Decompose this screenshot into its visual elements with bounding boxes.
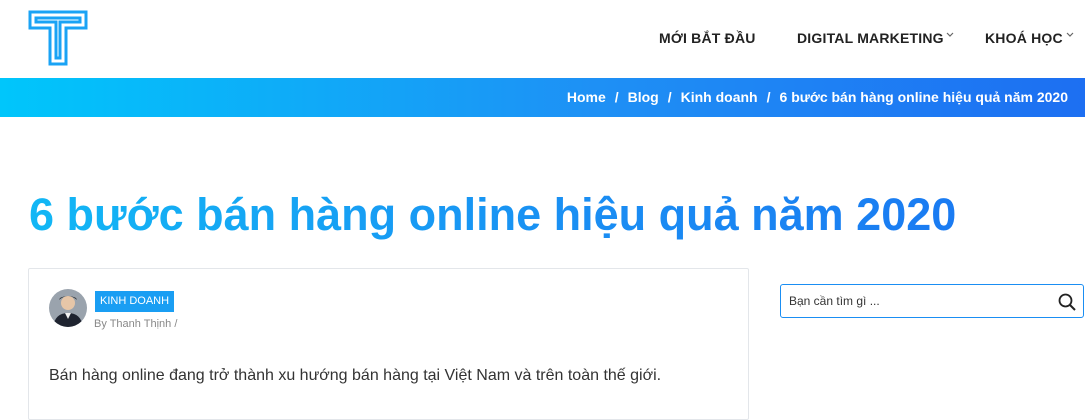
site-logo-icon[interactable]: [28, 10, 88, 66]
breadcrumb-separator: /: [667, 89, 672, 105]
breadcrumb: Home / Blog / Kinh doanh / 6 bước bán hàng onl…: [567, 89, 1068, 105]
nav-item-label: KHOÁ HỌC: [985, 30, 1063, 46]
nav-item-digital-marketing[interactable]: DIGITAL MARKETING: [797, 30, 954, 50]
search-input[interactable]: [789, 291, 1039, 311]
breadcrumb-separator: /: [766, 89, 771, 105]
chevron-down-icon: [946, 32, 954, 37]
breadcrumb-separator: /: [614, 89, 619, 105]
page-title: 6 bước bán hàng online hiệu quả năm 2020: [29, 186, 956, 244]
search-icon[interactable]: [1057, 292, 1077, 312]
author-avatar[interactable]: [49, 289, 87, 327]
site-header: MỚI BẮT ĐẦU DIGITAL MARKETING KHOÁ HỌC: [0, 0, 1085, 78]
article-lead-paragraph: Bán hàng online đang trở thành xu hướng …: [49, 367, 662, 384]
nav-item-label: MỚI BẮT ĐẦU: [659, 30, 756, 46]
breadcrumb-bar: Home / Blog / Kinh doanh / 6 bước bán hàng onl…: [0, 78, 1085, 117]
chevron-down-icon: [1066, 32, 1074, 37]
breadcrumb-category-link[interactable]: Kinh doanh: [681, 89, 758, 105]
article-card: KINH DOANH By Thanh Thịnh / Bán hàng onl…: [28, 268, 749, 420]
search-box: [780, 284, 1084, 318]
nav-item-moi-bat-dau[interactable]: MỚI BẮT ĐẦU: [659, 30, 756, 50]
nav-item-label: DIGITAL MARKETING: [797, 30, 944, 46]
breadcrumb-current: 6 bước bán hàng online hiệu quả năm 2020: [779, 89, 1068, 105]
category-badge[interactable]: KINH DOANH: [95, 291, 175, 312]
nav-item-khoa-hoc[interactable]: KHOÁ HỌC: [985, 30, 1074, 50]
author-byline[interactable]: By Thanh Thịnh /: [94, 318, 177, 330]
breadcrumb-home-link[interactable]: Home: [567, 89, 606, 105]
breadcrumb-blog-link[interactable]: Blog: [628, 89, 659, 105]
